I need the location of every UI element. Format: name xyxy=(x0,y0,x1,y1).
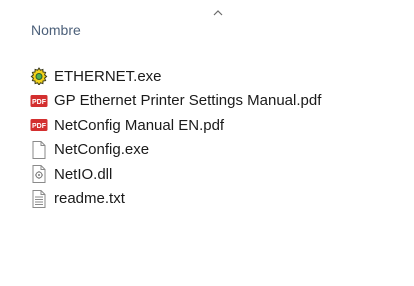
file-name: ETHERNET.exe xyxy=(54,67,162,85)
pdf-icon: PDF xyxy=(30,91,48,111)
file-row[interactable]: PDF GP Ethernet Printer Settings Manual.… xyxy=(30,89,321,113)
sort-chevron-up-icon[interactable] xyxy=(213,9,223,17)
svg-text:PDF: PDF xyxy=(32,99,47,106)
file-name: NetConfig Manual EN.pdf xyxy=(54,116,225,134)
text-file-icon xyxy=(30,189,48,209)
file-row[interactable]: NetConfig.exe xyxy=(30,138,321,162)
file-name: NetIO.dll xyxy=(54,165,113,183)
file-name: GP Ethernet Printer Settings Manual.pdf xyxy=(54,92,322,109)
file-list: ETHERNET.exe PDF GP Ethernet Printer Set… xyxy=(30,64,321,211)
gear-app-icon xyxy=(30,66,48,86)
dll-file-icon xyxy=(30,164,48,184)
file-row[interactable]: PDF NetConfig Manual EN.pdf xyxy=(30,113,321,137)
column-header-name[interactable]: Nombre xyxy=(31,22,81,38)
pdf-icon: PDF xyxy=(30,115,48,135)
file-row[interactable]: ETHERNET.exe xyxy=(30,64,321,88)
svg-text:PDF: PDF xyxy=(32,123,47,130)
file-name: readme.txt xyxy=(54,190,125,207)
blank-file-icon xyxy=(30,140,48,160)
file-row[interactable]: NetIO.dll xyxy=(30,162,321,186)
file-row[interactable]: readme.txt xyxy=(30,187,321,211)
file-name: NetConfig.exe xyxy=(54,141,150,158)
